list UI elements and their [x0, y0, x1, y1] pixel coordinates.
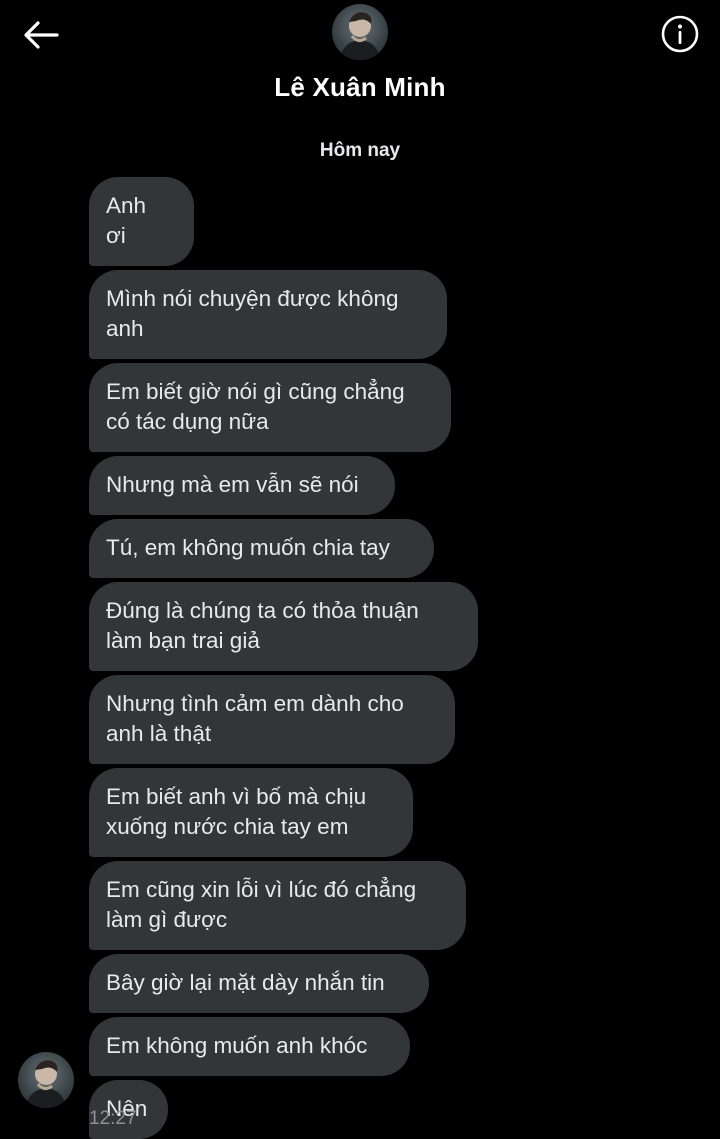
- info-button[interactable]: [658, 12, 702, 56]
- sender-avatar[interactable]: [18, 1052, 74, 1108]
- message-bubble[interactable]: Tú, em không muốn chia tay: [89, 519, 434, 578]
- contact-avatar[interactable]: [332, 4, 388, 60]
- info-circle-icon: [661, 15, 699, 53]
- message-timestamp: 12:27: [89, 1108, 137, 1129]
- message-bubble[interactable]: Nhưng mà em vẫn sẽ nói: [89, 456, 395, 515]
- back-button[interactable]: [20, 14, 62, 56]
- message-bubble[interactable]: Em cũng xin lỗi vì lúc đó chẳng làm gì đ…: [89, 861, 466, 950]
- avatar-photo: [340, 12, 380, 60]
- contact-name[interactable]: Lê Xuân Minh: [0, 72, 720, 103]
- message-bubble[interactable]: Bây giờ lại mặt dày nhắn tin: [89, 954, 429, 1013]
- message-bubble[interactable]: Em biết giờ nói gì cũng chẳng có tác dụn…: [89, 363, 451, 452]
- message-bubble[interactable]: Em không muốn anh khóc: [89, 1017, 410, 1076]
- message-bubble[interactable]: Mình nói chuyện được không anh: [89, 270, 447, 359]
- message-bubble[interactable]: Nhưng tình cảm em dành cho anh là thật: [89, 675, 455, 764]
- message-list: Anh ơi Mình nói chuyện được không anh Em…: [89, 177, 569, 1139]
- arrow-left-icon: [24, 21, 59, 49]
- date-separator: Hôm nay: [319, 140, 401, 161]
- message-bubble[interactable]: Em biết anh vì bố mà chịu xuống nước chi…: [89, 768, 413, 857]
- conversation-header: Lê Xuân Minh: [0, 0, 720, 130]
- message-bubble[interactable]: Anh ơi: [89, 177, 194, 266]
- message-bubble[interactable]: Đúng là chúng ta có thỏa thuận làm bạn t…: [89, 582, 478, 671]
- avatar-photo: [26, 1060, 66, 1108]
